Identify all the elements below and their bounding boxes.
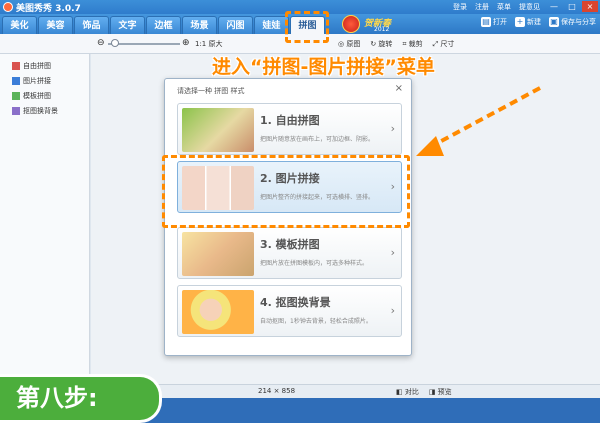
tab-beautify[interactable]: 美化 — [2, 16, 37, 34]
tab-accessories[interactable]: 饰品 — [74, 16, 109, 34]
close-button[interactable]: × — [582, 1, 598, 12]
zoom-in-icon[interactable]: ⊕ — [182, 38, 190, 48]
top-actions: ▤ 打开 + 新建 ▣ 保存与分享 — [481, 17, 596, 27]
image-stitch-icon — [12, 77, 20, 85]
register-link[interactable]: 注册 — [475, 2, 489, 12]
option-description: 把图片放在拼图模板内，可选多种样式。 — [260, 260, 369, 267]
minimize-button[interactable]: — — [546, 1, 562, 12]
open-label: 打开 — [493, 18, 507, 26]
cutout-background-icon — [12, 107, 20, 115]
zoom-out-icon[interactable]: ⊖ — [97, 38, 105, 48]
option-cutout-background[interactable]: 4. 抠图换背景 自动抠图，1秒钟去背景，轻松合成照片。 › — [177, 285, 402, 337]
tab-text[interactable]: 文字 — [110, 16, 145, 34]
template-collage-icon — [12, 92, 20, 100]
free-collage-icon — [12, 62, 20, 70]
instruction-text: 进入“拼图-图片拼接”菜单 — [212, 56, 435, 78]
title-menu: 登录 注册 菜单 提意见 — [453, 2, 540, 12]
sidebar-item-template-collage[interactable]: 模板拼图 — [12, 91, 51, 101]
folder-open-icon: ▤ — [481, 17, 491, 27]
dialog-title: 请选择一种 拼图 样式 — [177, 87, 245, 95]
original-size-button[interactable]: 1:1 原大 — [195, 39, 223, 49]
save-share-label: 保存与分享 — [561, 18, 596, 26]
tab-makeup[interactable]: 美容 — [38, 16, 73, 34]
tab-scene[interactable]: 场景 — [182, 16, 217, 34]
option-title: 1. 自由拼图 — [260, 114, 320, 127]
festival-year: 2012 — [374, 26, 390, 33]
menu-link[interactable]: 菜单 — [497, 2, 511, 12]
sidebar-item-label: 图片拼接 — [23, 77, 51, 85]
compare-button[interactable]: ◧ 对比 — [396, 387, 419, 397]
chevron-right-icon: › — [390, 122, 395, 135]
highlight-image-stitch-option — [162, 155, 410, 228]
option-title: 4. 抠图换背景 — [260, 296, 331, 309]
highlight-collage-tab — [285, 11, 329, 43]
tabs: 美化 美容 饰品 文字 边框 场景 闪图 娃娃 拼图 — [2, 16, 325, 34]
festival-banner: 贺新春 2012 — [340, 14, 410, 34]
option-description: 自动抠图，1秒钟去背景，轻松合成照片。 — [260, 318, 372, 325]
chevron-right-icon: › — [390, 304, 395, 317]
feedback-link[interactable]: 提意见 — [519, 2, 540, 12]
plus-icon: + — [515, 17, 525, 27]
cutout-background-thumbnail — [182, 290, 254, 334]
sidebar-item-label: 模板拼图 — [23, 92, 51, 100]
open-button[interactable]: ▤ 打开 — [481, 17, 507, 27]
edit-tools: ◎ 原图 ↻ 旋转 ⌗ 裁剪 ⤢ 尺寸 — [338, 39, 454, 49]
free-collage-thumbnail — [182, 108, 254, 152]
window-controls: — □ × — [546, 1, 598, 12]
new-button[interactable]: + 新建 — [515, 17, 541, 27]
rotate-button[interactable]: ↻ 旋转 — [370, 39, 392, 49]
zoom-slider-handle[interactable] — [110, 39, 119, 47]
status-tools: ◧ 对比 ◨ 预览 — [396, 387, 452, 397]
sidebar-item-cutout-background[interactable]: 抠图换背景 — [12, 106, 58, 116]
left-panel: 自由拼图 图片拼接 模板拼图 抠图换背景 — [0, 54, 90, 384]
maximize-button[interactable]: □ — [564, 1, 580, 12]
dialog-close-icon[interactable]: × — [395, 83, 403, 94]
sidebar-item-free-collage[interactable]: 自由拼图 — [12, 61, 51, 71]
app-title: 美图秀秀 3.0.7 — [16, 4, 81, 14]
sidebar-item-label: 抠图换背景 — [23, 107, 58, 115]
new-label: 新建 — [527, 18, 541, 26]
tab-flash[interactable]: 闪图 — [218, 16, 253, 34]
tab-frame[interactable]: 边框 — [146, 16, 181, 34]
sidebar-item-label: 自由拼图 — [23, 62, 51, 70]
option-free-collage[interactable]: 1. 自由拼图 把图片随意放在画布上，可加边框、阴影。 › — [177, 103, 402, 155]
option-template-collage[interactable]: 3. 模板拼图 把图片放在拼图模板内，可选多种样式。 › — [177, 227, 402, 279]
lantern-icon — [342, 15, 360, 33]
preview-button[interactable]: ◨ 预览 — [429, 387, 452, 397]
tab-doll[interactable]: 娃娃 — [254, 16, 289, 34]
step-badge: 第八步: — [0, 374, 162, 423]
crop-button[interactable]: ⌗ 裁剪 — [402, 39, 422, 49]
sidebar-item-image-stitch[interactable]: 图片拼接 — [12, 76, 51, 86]
chevron-right-icon: › — [390, 246, 395, 259]
zoom-slider-track[interactable] — [108, 43, 180, 45]
save-share-button[interactable]: ▣ 保存与分享 — [549, 17, 596, 27]
app-logo-icon — [3, 2, 13, 12]
original-button[interactable]: ◎ 原图 — [338, 39, 360, 49]
option-title: 3. 模板拼图 — [260, 238, 320, 251]
image-dimensions: 214 × 858 — [258, 387, 296, 395]
option-description: 把图片随意放在画布上，可加边框、阴影。 — [260, 136, 375, 143]
login-link[interactable]: 登录 — [453, 2, 467, 12]
resize-button[interactable]: ⤢ 尺寸 — [433, 39, 455, 49]
save-icon: ▣ — [549, 17, 559, 27]
template-collage-thumbnail — [182, 232, 254, 276]
